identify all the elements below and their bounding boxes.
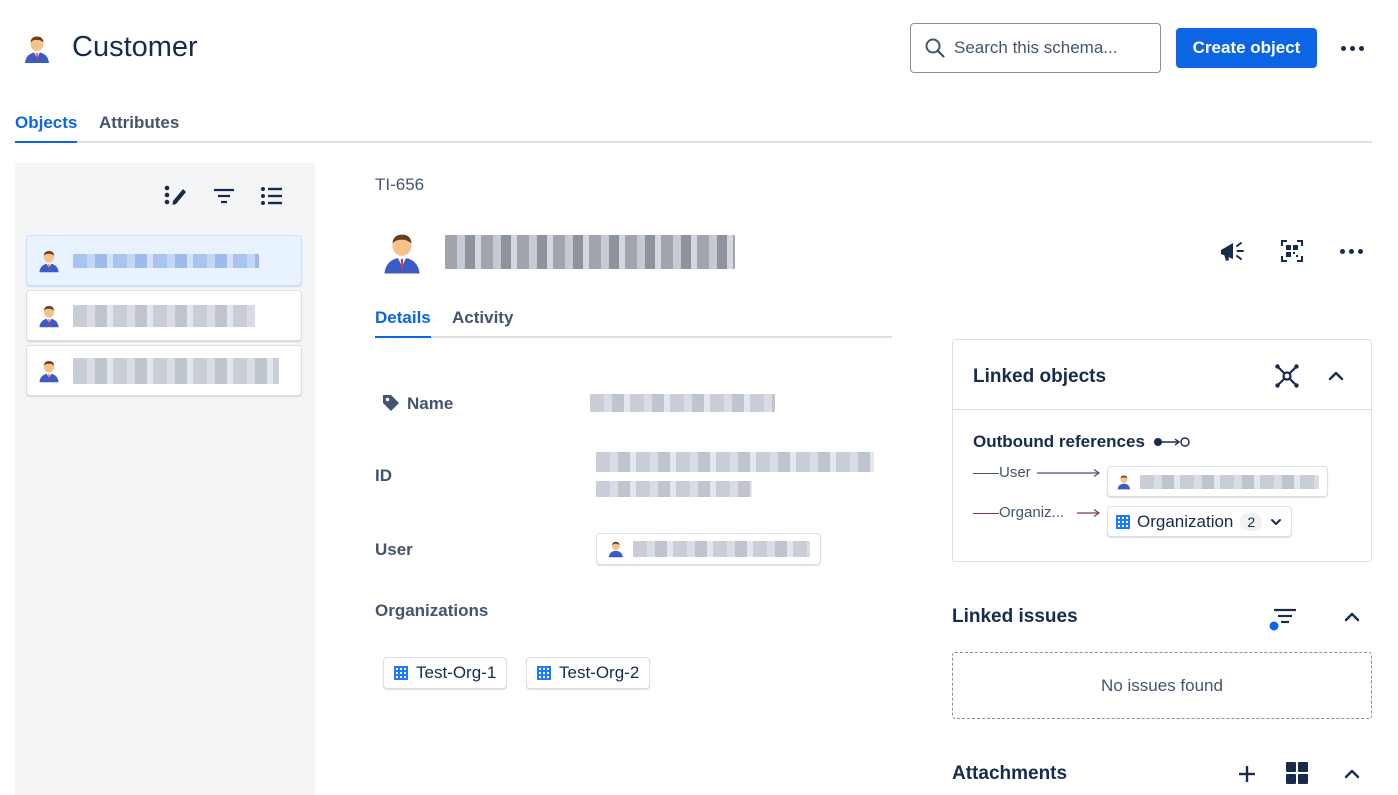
object-name-redacted bbox=[445, 235, 735, 269]
chevron-up-icon[interactable] bbox=[1326, 366, 1346, 386]
outbound-references-header: Outbound references bbox=[973, 432, 1193, 452]
main-tabs: Objects Attributes bbox=[15, 113, 1372, 143]
graph-view-icon[interactable] bbox=[1273, 362, 1301, 390]
field-label-id: ID bbox=[375, 466, 392, 485]
ref-label-user: User bbox=[999, 464, 1031, 481]
redacted-text bbox=[73, 357, 279, 384]
tab-details[interactable]: Details bbox=[375, 308, 431, 338]
organization-ref-target: Organization bbox=[1137, 511, 1234, 531]
megaphone-icon[interactable] bbox=[1217, 237, 1247, 265]
filter-icon[interactable] bbox=[1268, 605, 1300, 633]
redacted-text bbox=[73, 253, 259, 268]
person-avatar-icon bbox=[25, 36, 49, 63]
field-label-name: Name bbox=[407, 394, 454, 413]
chevron-up-icon[interactable] bbox=[1342, 764, 1362, 784]
list-item[interactable] bbox=[26, 345, 302, 396]
organization-name: Test-Org-2 bbox=[559, 663, 640, 682]
tag-icon bbox=[383, 395, 399, 411]
detail-tabs: Details Activity bbox=[375, 308, 892, 338]
search-icon bbox=[925, 38, 945, 58]
redacted-text bbox=[73, 304, 255, 327]
id-value-redacted bbox=[596, 452, 874, 472]
list-item[interactable] bbox=[26, 235, 302, 286]
person-avatar-icon bbox=[384, 234, 420, 274]
organization-reference-dropdown[interactable]: Organization 2 bbox=[1107, 506, 1293, 537]
create-object-button[interactable]: Create object bbox=[1176, 28, 1317, 68]
organization-chip[interactable]: Test-Org-2 bbox=[526, 657, 651, 689]
person-avatar-icon bbox=[1117, 474, 1131, 489]
organization-chip[interactable]: Test-Org-1 bbox=[383, 657, 508, 689]
list-item[interactable] bbox=[26, 290, 302, 341]
field-label-organizations: Organizations bbox=[375, 601, 489, 620]
ref-line bbox=[973, 473, 999, 474]
user-reference-chip[interactable] bbox=[1107, 466, 1328, 497]
linked-objects-panel: Linked objects Outbound references User bbox=[952, 339, 1372, 562]
arrow-right-icon bbox=[1037, 469, 1101, 477]
tab-attributes[interactable]: Attributes bbox=[99, 113, 179, 143]
outbound-references-title: Outbound references bbox=[973, 432, 1145, 451]
empty-state: No issues found bbox=[952, 652, 1372, 719]
tab-activity[interactable]: Activity bbox=[452, 308, 513, 338]
page-title: Customer bbox=[72, 31, 198, 63]
empty-state-text: No issues found bbox=[1101, 675, 1223, 695]
redacted-text bbox=[632, 541, 810, 557]
grid-view-icon[interactable] bbox=[1285, 761, 1309, 785]
chevron-down-icon bbox=[1271, 518, 1282, 525]
linked-issues-title: Linked issues bbox=[952, 606, 1078, 627]
person-avatar-icon bbox=[39, 360, 59, 382]
user-reference-chip[interactable] bbox=[596, 533, 821, 565]
building-icon bbox=[537, 666, 551, 680]
bulk-edit-icon[interactable] bbox=[163, 183, 189, 209]
building-icon bbox=[394, 666, 408, 680]
count-badge: 2 bbox=[1240, 512, 1263, 531]
list-view-icon[interactable] bbox=[259, 183, 285, 209]
person-avatar-icon bbox=[39, 305, 59, 327]
id-value-redacted bbox=[596, 481, 752, 497]
search-input[interactable] bbox=[954, 38, 1154, 58]
person-avatar-icon bbox=[39, 250, 59, 272]
building-icon bbox=[1116, 514, 1130, 529]
search-field[interactable] bbox=[910, 23, 1161, 73]
tab-objects[interactable]: Objects bbox=[15, 113, 78, 143]
chevron-up-icon[interactable] bbox=[1342, 607, 1362, 627]
ref-label-organization: Organiz... bbox=[999, 504, 1065, 521]
qr-code-icon[interactable] bbox=[1277, 237, 1307, 265]
field-label-user: User bbox=[375, 540, 413, 559]
outbound-arrow-icon bbox=[1153, 437, 1190, 447]
linked-objects-title: Linked objects bbox=[973, 366, 1107, 387]
ref-line bbox=[973, 513, 999, 514]
object-list-sidebar bbox=[15, 163, 315, 795]
name-value-redacted bbox=[590, 394, 775, 412]
object-key: TI-656 bbox=[375, 175, 425, 194]
more-horizontal-icon[interactable] bbox=[1336, 237, 1366, 265]
filter-icon[interactable] bbox=[211, 183, 237, 209]
add-icon[interactable] bbox=[1236, 763, 1258, 785]
more-horizontal-icon[interactable] bbox=[1336, 36, 1368, 60]
person-avatar-icon bbox=[608, 541, 623, 558]
arrow-right-icon bbox=[1077, 509, 1101, 517]
redacted-text bbox=[1139, 474, 1319, 489]
organization-name: Test-Org-1 bbox=[416, 663, 497, 682]
attachments-title: Attachments bbox=[952, 763, 1068, 784]
